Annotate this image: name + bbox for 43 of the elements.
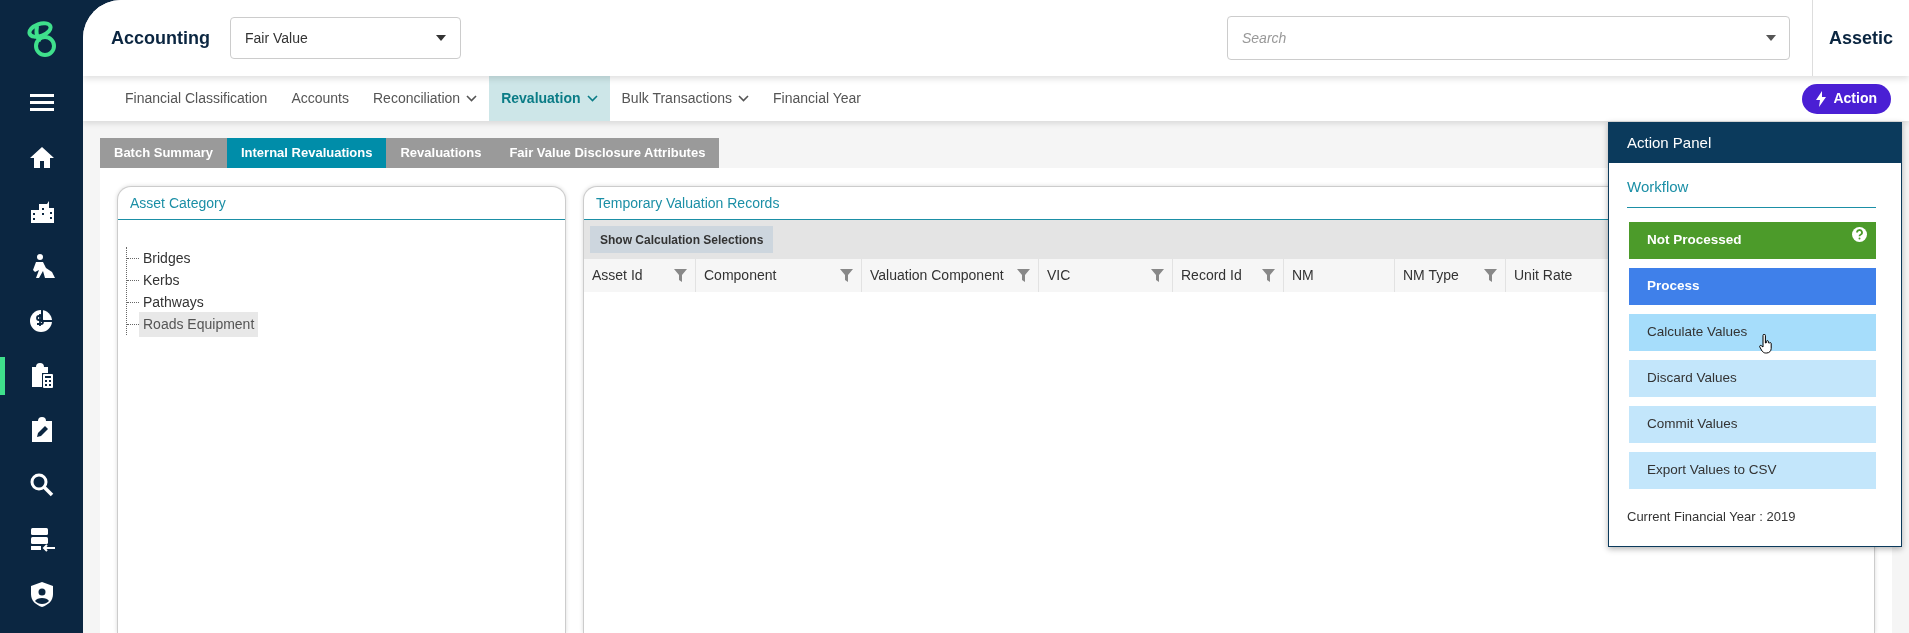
caret-icon — [436, 35, 446, 41]
search-field[interactable]: Search — [1227, 16, 1790, 60]
workflow-button[interactable]: Export Values to CSV — [1629, 451, 1876, 489]
workflow-button[interactable]: Discard Values — [1629, 359, 1876, 397]
filter-icon[interactable] — [674, 269, 687, 282]
filter-icon[interactable] — [1017, 269, 1030, 282]
column-header: Asset Id — [584, 259, 696, 292]
nav-tab[interactable]: Financial Year — [761, 76, 873, 121]
column-header: Valuation Component — [862, 259, 1039, 292]
panel-title: Temporary Valuation Records — [596, 193, 780, 213]
column-header: Record Id — [1173, 259, 1284, 292]
caret-icon — [1766, 35, 1776, 41]
column-header: Component — [696, 259, 862, 292]
column-header: VIC — [1039, 259, 1173, 292]
nav-tab[interactable]: Bulk Transactions — [609, 76, 762, 121]
tab[interactable]: Internal Revaluations — [227, 138, 387, 168]
panel-title: Asset Category — [130, 193, 226, 213]
status-label: Not Processed — [1629, 221, 1876, 259]
workflow-button[interactable]: Calculate Values — [1629, 313, 1876, 351]
workflow-button[interactable]: Process — [1629, 267, 1876, 305]
filter-icon[interactable] — [1262, 269, 1275, 282]
column-header: NM Type — [1395, 259, 1506, 292]
nav-tab[interactable]: Reconciliation — [361, 76, 490, 121]
panel-title: Action Panel — [1627, 132, 1712, 153]
tree-item[interactable]: Roads Equipment — [139, 311, 259, 337]
nav-tab[interactable]: Revaluation — [489, 76, 610, 121]
section-title: Workflow — [1627, 176, 1876, 208]
logo-icon — [26, 18, 57, 58]
help-icon[interactable] — [1852, 226, 1867, 242]
lightning-icon — [1816, 90, 1827, 107]
financial-year-text: Current Financial Year : 2019 — [1627, 507, 1797, 526]
workflow-button[interactable]: Commit Values — [1629, 405, 1876, 443]
filter-icon[interactable] — [840, 269, 853, 282]
nav-tab[interactable]: Financial Classification — [113, 76, 280, 121]
column-header: NM — [1284, 259, 1395, 292]
filter-icon[interactable] — [1151, 269, 1164, 282]
action-button[interactable]: Action — [1802, 83, 1891, 114]
hand-cursor-icon — [1759, 333, 1773, 354]
page-title: Accounting — [111, 26, 210, 50]
nav-tab[interactable]: Accounts — [279, 76, 361, 121]
module-select[interactable]: Fair Value — [230, 17, 461, 59]
show-selections-button[interactable]: Show Calculation Selections — [590, 226, 774, 253]
filter-icon[interactable] — [1484, 269, 1497, 282]
